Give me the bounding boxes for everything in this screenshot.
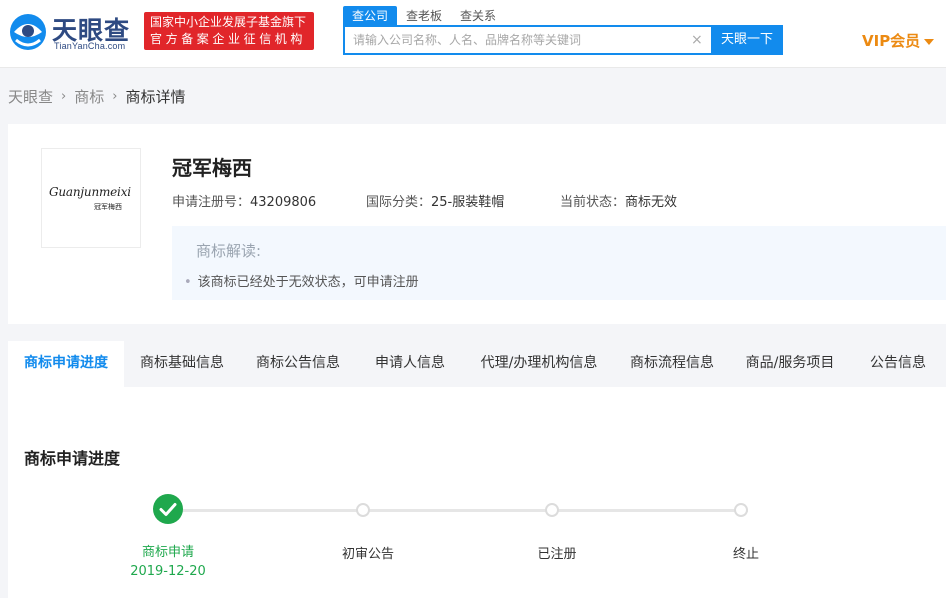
tab-process-info[interactable]: 商标流程信息 xyxy=(614,341,730,387)
logo-subtext: TianYanCha.com xyxy=(54,41,126,51)
reg-number-value: 43209806 xyxy=(250,195,317,210)
trademark-logo-cn: 冠军梅西 xyxy=(94,203,122,211)
breadcrumb-home[interactable]: 天眼查 xyxy=(8,86,53,107)
search-type-tabs: 查公司 查老板 查关系 xyxy=(343,6,505,26)
tab-basic-info[interactable]: 商标基础信息 xyxy=(124,341,240,387)
tab-applicant-info[interactable]: 申请人信息 xyxy=(356,341,464,387)
step-dot xyxy=(356,503,370,517)
breadcrumb-trademark[interactable]: 商标 xyxy=(74,86,104,107)
search-input[interactable] xyxy=(345,27,710,53)
step-label: 初审公告 xyxy=(341,547,394,562)
tab-notice-info[interactable]: 公告信息 xyxy=(850,341,946,387)
progress-track xyxy=(176,509,748,512)
step-label: 已注册 xyxy=(537,547,577,562)
tab-application-progress[interactable]: 商标申请进度 xyxy=(8,341,124,387)
check-icon xyxy=(159,503,177,516)
chevron-right-icon: › xyxy=(112,89,118,104)
intl-class: 国际分类：25-服装鞋帽 xyxy=(366,191,504,210)
step-dot xyxy=(734,503,748,517)
search-tab-company[interactable]: 查公司 xyxy=(343,6,398,26)
status-value: 商标无效 xyxy=(625,195,678,210)
search-tab-relation[interactable]: 查关系 xyxy=(451,6,505,26)
interpretation-text: 该商标已经处于无效状态，可申请注册 xyxy=(184,271,419,290)
tab-agency-info[interactable]: 代理/办理机构信息 xyxy=(464,341,614,387)
gov-badge-line2: 官方备案企业征信机构 xyxy=(150,32,307,46)
step-dot xyxy=(545,503,559,517)
step-done-marker xyxy=(153,494,183,524)
search-tab-boss[interactable]: 查老板 xyxy=(397,6,451,26)
trademark-logo-script: Guanjunmeixi xyxy=(49,185,131,199)
trademark-interpretation: 商标解读: 该商标已经处于无效状态，可申请注册 xyxy=(172,226,946,300)
gov-badge-line1: 国家中小企业发展子基金旗下 xyxy=(150,15,307,29)
tab-announcement-info[interactable]: 商标公告信息 xyxy=(240,341,356,387)
step-label: 商标申请 xyxy=(141,545,194,560)
progress-title: 商标申请进度 xyxy=(24,449,121,468)
step-date: 2019-12-20 xyxy=(130,564,206,579)
trademark-name: 冠军梅西 xyxy=(172,156,252,180)
clear-icon[interactable]: × xyxy=(691,32,703,48)
detail-tabs: 商标申请进度 商标基础信息 商标公告信息 申请人信息 代理/办理机构信息 商标流… xyxy=(8,341,946,387)
step-label: 终止 xyxy=(732,547,759,562)
search-box: × 天眼一下 xyxy=(343,25,783,55)
vip-menu[interactable]: VIP会员 xyxy=(862,30,935,51)
tianyancha-logo-icon xyxy=(10,14,46,50)
chevron-right-icon: › xyxy=(61,89,67,104)
gov-badge[interactable]: 国家中小企业发展子基金旗下 官方备案企业征信机构 xyxy=(144,12,314,50)
breadcrumb-current: 商标详情 xyxy=(125,88,186,106)
tab-goods-services[interactable]: 商品/服务项目 xyxy=(730,341,850,387)
interpretation-title: 商标解读: xyxy=(196,242,262,260)
trademark-info-card: Guanjunmeixi 冠军梅西 冠军梅西 申请注册号：43209806 国际… xyxy=(8,124,946,324)
intl-class-label: 国际分类： xyxy=(366,195,432,210)
search-button[interactable]: 天眼一下 xyxy=(711,25,783,55)
vip-label: VIP会员 xyxy=(862,32,921,50)
status-label: 当前状态： xyxy=(560,195,626,210)
intl-class-value: 25-服装鞋帽 xyxy=(431,195,505,210)
reg-number-label: 申请注册号： xyxy=(172,195,251,210)
top-header: 天眼查 TianYanCha.com 国家中小企业发展子基金旗下 官方备案企业征… xyxy=(0,0,946,68)
reg-number: 申请注册号：43209806 xyxy=(172,191,316,210)
current-status: 当前状态：商标无效 xyxy=(560,191,677,210)
progress-panel: 商标申请进度 商标申请 2019-12-20 初审公告 已注册 终止 xyxy=(8,387,946,598)
site-logo[interactable]: 天眼查 TianYanCha.com xyxy=(6,8,136,56)
trademark-logo[interactable]: Guanjunmeixi 冠军梅西 xyxy=(41,148,141,248)
caret-down-icon xyxy=(924,38,935,45)
breadcrumb: 天眼查 › 商标 › 商标详情 xyxy=(8,86,185,107)
